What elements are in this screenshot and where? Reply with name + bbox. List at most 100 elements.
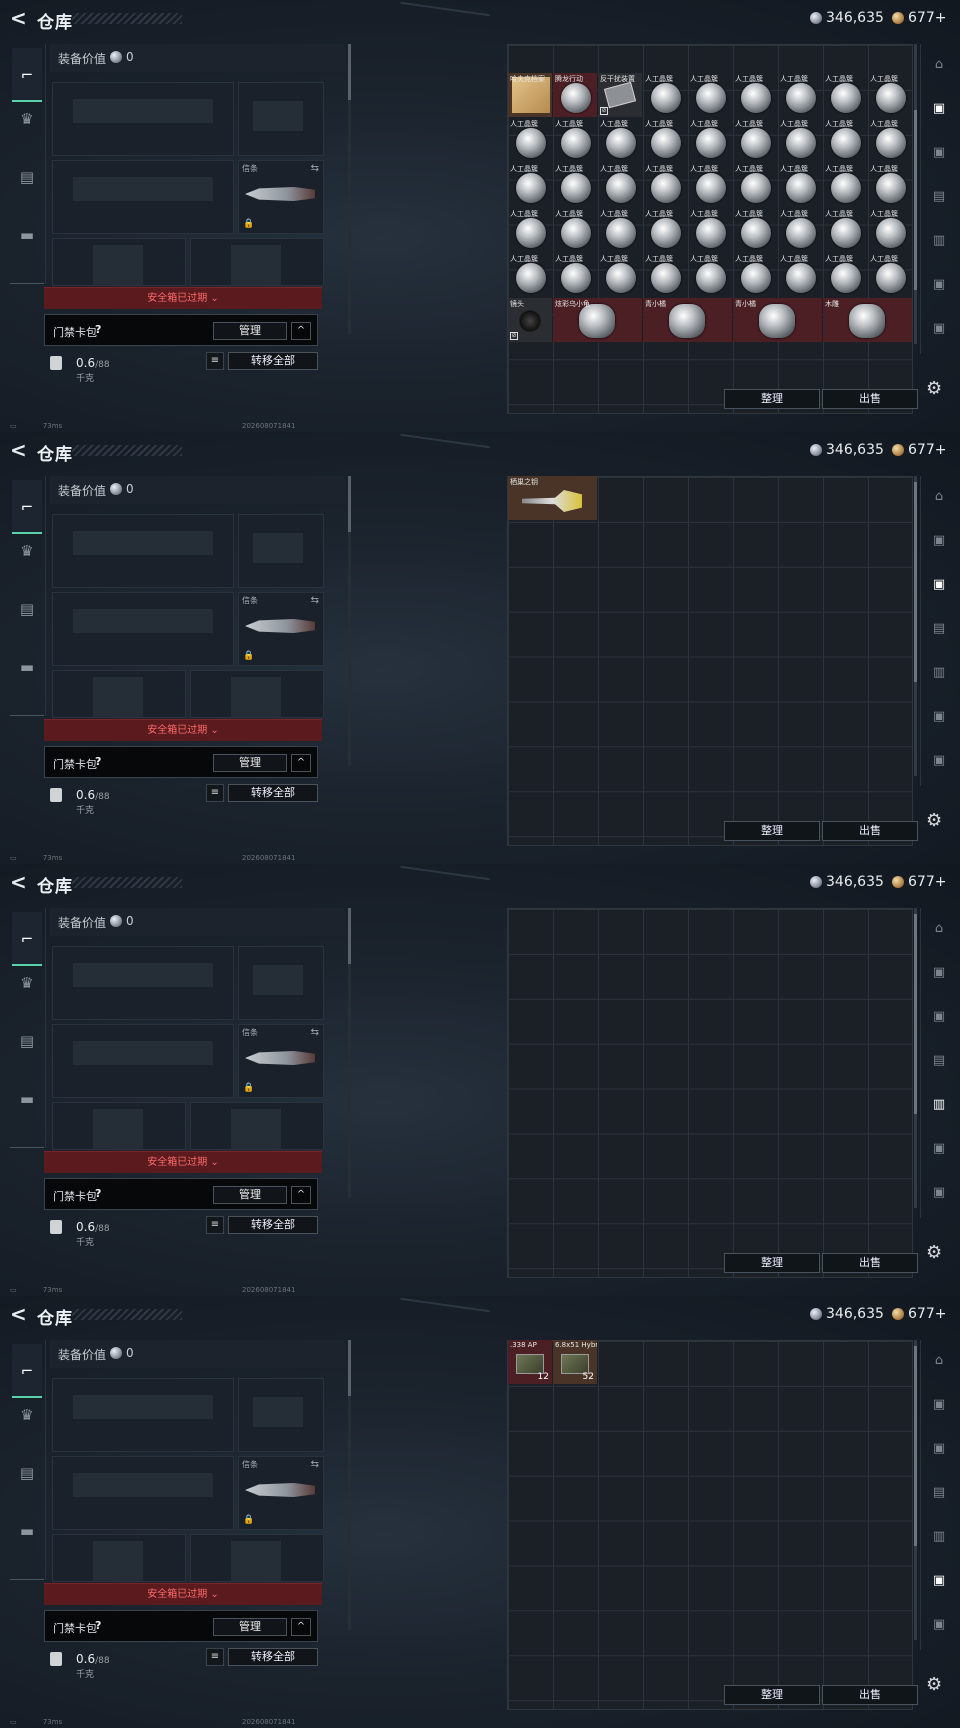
- safebox-expired-banner[interactable]: 安全箱已过期 ⌄: [44, 1151, 322, 1173]
- inventory-item[interactable]: 人工晶簇: [688, 253, 732, 297]
- inventory-item[interactable]: 人工晶簇: [778, 253, 822, 297]
- arch-icon[interactable]: ⌂: [927, 1350, 951, 1372]
- inventory-item[interactable]: 人工晶簇: [643, 208, 687, 252]
- box1-icon[interactable]: ▣: [927, 1394, 951, 1416]
- inventory-item[interactable]: 人工晶簇: [688, 163, 732, 207]
- help-icon[interactable]: ?: [95, 755, 101, 768]
- sell-button[interactable]: 出售: [822, 1685, 918, 1705]
- sell-button[interactable]: 出售: [822, 1253, 918, 1273]
- inventory-item[interactable]: 人工晶簇: [643, 118, 687, 162]
- transfer-all-button[interactable]: 转移全部: [228, 352, 318, 370]
- inventory-item[interactable]: 人工晶簇: [508, 163, 552, 207]
- helmet-slot[interactable]: [52, 238, 186, 286]
- inventory-item[interactable]: 人工晶簇: [643, 73, 687, 117]
- chevron-left-icon[interactable]: <: [10, 440, 30, 460]
- chevron-up-icon[interactable]: ^: [291, 322, 311, 340]
- list-icon[interactable]: ≡: [206, 1216, 224, 1234]
- transfer-all-button[interactable]: 转移全部: [228, 784, 318, 802]
- melee-slot[interactable]: 信条 ⇆ 🔒: [238, 160, 324, 234]
- inventory-item[interactable]: 木雕: [823, 297, 912, 342]
- chevron-left-icon[interactable]: <: [10, 1304, 30, 1324]
- swap-icon[interactable]: ⇆: [311, 1459, 319, 1470]
- grid-scrollbar[interactable]: [914, 914, 917, 1114]
- inventory-item[interactable]: 人工晶簇: [823, 208, 867, 252]
- secondary-weapon-slot[interactable]: [52, 1024, 234, 1098]
- manage-button[interactable]: 管理: [213, 1186, 287, 1204]
- primary-weapon-slot[interactable]: [52, 946, 234, 1020]
- briefcase-icon[interactable]: ▬: [14, 1518, 40, 1544]
- gear-icon[interactable]: ⚙: [926, 1674, 942, 1695]
- chevron-up-icon[interactable]: ^: [291, 1186, 311, 1204]
- inventory-item[interactable]: 6.8x51 Hybrid 52: [553, 1340, 597, 1384]
- list-icon[interactable]: ≡: [206, 352, 224, 370]
- gear-icon[interactable]: ⚙: [926, 378, 942, 399]
- primary-weapon-slot[interactable]: [52, 514, 234, 588]
- inventory-item[interactable]: 人工晶簇: [688, 118, 732, 162]
- chevron-up-icon[interactable]: ^: [291, 1618, 311, 1636]
- swap-icon[interactable]: ⇆: [311, 163, 319, 174]
- gold-currency[interactable]: 677+: [892, 874, 946, 890]
- box2-icon[interactable]: ▣: [927, 1438, 951, 1460]
- sort-button[interactable]: 整理: [724, 1685, 820, 1705]
- secondary-weapon-slot[interactable]: [52, 1456, 234, 1530]
- inventory-item[interactable]: 人工晶簇: [553, 253, 597, 297]
- inventory-item[interactable]: 人工晶簇: [823, 253, 867, 297]
- transfer-all-button[interactable]: 转移全部: [228, 1216, 318, 1234]
- secondary-weapon-slot[interactable]: [52, 160, 234, 234]
- inventory-item[interactable]: 人工晶簇: [823, 118, 867, 162]
- safebox-expired-banner[interactable]: 安全箱已过期 ⌄: [44, 287, 322, 309]
- gold-currency[interactable]: 677+: [892, 1306, 946, 1322]
- backpack-icon[interactable]: ▤: [14, 1028, 40, 1054]
- help-icon[interactable]: ?: [95, 323, 101, 336]
- inventory-item[interactable]: 人工晶簇: [868, 253, 912, 297]
- box4-icon[interactable]: ▥: [927, 1526, 951, 1548]
- inventory-item[interactable]: 人工晶簇: [598, 208, 642, 252]
- sort-button[interactable]: 整理: [724, 821, 820, 841]
- inventory-item[interactable]: 人工晶簇: [868, 163, 912, 207]
- box2-icon[interactable]: ▣: [927, 142, 951, 164]
- box1-icon[interactable]: ▣: [927, 530, 951, 552]
- helmet-slot[interactable]: [52, 1534, 186, 1582]
- box1-icon[interactable]: ▣: [927, 962, 951, 984]
- briefcase-icon[interactable]: ▬: [14, 1086, 40, 1112]
- inventory-item[interactable]: 人工晶簇: [733, 163, 777, 207]
- box6-icon[interactable]: ▣: [927, 750, 951, 772]
- secondary-weapon-slot[interactable]: [52, 592, 234, 666]
- arch-icon[interactable]: ⌂: [927, 918, 951, 940]
- box6-icon[interactable]: ▣: [927, 1614, 951, 1636]
- inventory-item[interactable]: 人工晶簇: [778, 163, 822, 207]
- equip-scrollbar[interactable]: [348, 908, 351, 964]
- gold-currency[interactable]: 677+: [892, 10, 946, 26]
- box4-icon[interactable]: ▥: [927, 1094, 951, 1116]
- briefcase-icon[interactable]: ▬: [14, 654, 40, 680]
- inventory-item[interactable]: 人工晶簇: [733, 253, 777, 297]
- helmet-icon[interactable]: ♛: [14, 970, 40, 996]
- storage-grid[interactable]: [507, 476, 913, 846]
- arch-icon[interactable]: ⌂: [927, 486, 951, 508]
- inventory-item[interactable]: 人工晶簇: [778, 73, 822, 117]
- gun-icon[interactable]: ⌐: [12, 48, 42, 102]
- inventory-item[interactable]: 人工晶簇: [823, 163, 867, 207]
- gun-icon[interactable]: ⌐: [12, 1344, 42, 1398]
- inventory-item[interactable]: 人工晶簇: [553, 163, 597, 207]
- box1-icon[interactable]: ▣: [927, 98, 951, 120]
- box5-icon[interactable]: ▣: [927, 1138, 951, 1160]
- primary-weapon-slot[interactable]: [52, 82, 234, 156]
- inventory-item[interactable]: 青小橘: [643, 297, 732, 342]
- grid-scrollbar[interactable]: [914, 1346, 917, 1546]
- box3-icon[interactable]: ▤: [927, 618, 951, 640]
- gear-icon[interactable]: ⚙: [926, 1242, 942, 1263]
- inventory-item[interactable]: 栖巢之钥: [508, 476, 597, 520]
- backpack-icon[interactable]: ▤: [14, 1460, 40, 1486]
- helmet-icon[interactable]: ♛: [14, 106, 40, 132]
- inventory-item[interactable]: .338 AP 12: [508, 1340, 552, 1384]
- gun-icon[interactable]: ⌐: [12, 480, 42, 534]
- primary-weapon-slot[interactable]: [52, 1378, 234, 1452]
- inventory-item[interactable]: 人工晶簇: [508, 118, 552, 162]
- equip-scrollbar[interactable]: [348, 476, 351, 532]
- box3-icon[interactable]: ▤: [927, 186, 951, 208]
- inventory-item[interactable]: 人工晶簇: [598, 118, 642, 162]
- manage-button[interactable]: 管理: [213, 754, 287, 772]
- box4-icon[interactable]: ▥: [927, 230, 951, 252]
- inventory-item[interactable]: 人工晶簇: [733, 118, 777, 162]
